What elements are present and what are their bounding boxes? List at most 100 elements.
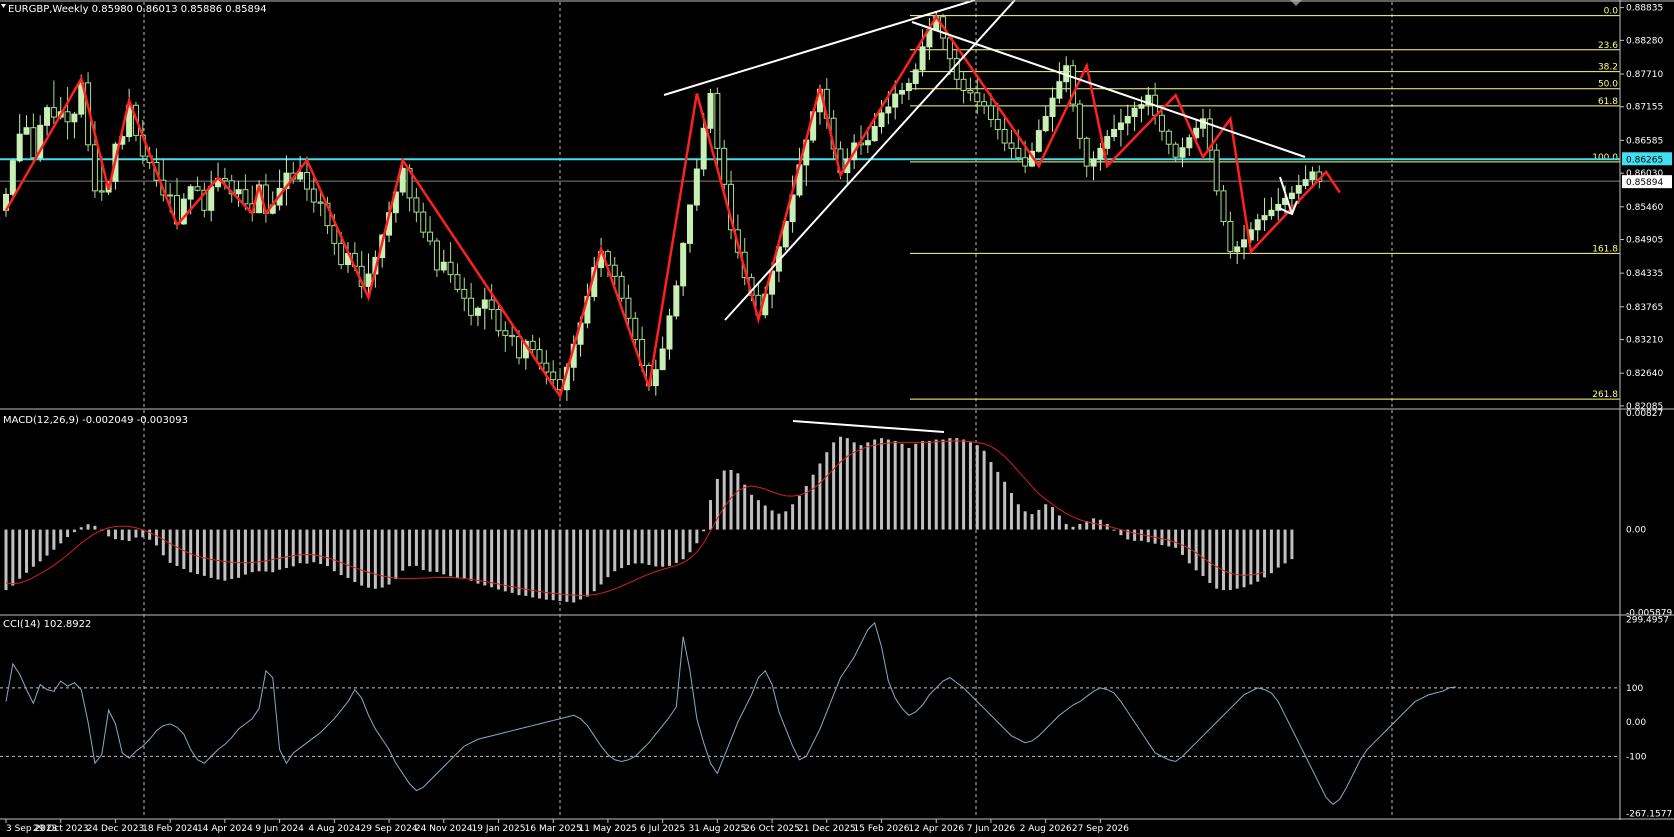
macd-bar [955,438,959,530]
candle-body [1158,114,1165,132]
candle-body [1131,107,1138,117]
time-tick-label: 29 Oct 2023 [33,824,89,834]
candle-body [1165,130,1172,145]
macd-bar [1187,529,1191,564]
candle-body [625,297,632,319]
macd-bar [538,529,542,599]
cci-panel-title: CCI(14) 102.8922 [3,619,91,630]
macd-bar [893,440,897,530]
macd-bar [1208,529,1212,584]
candle-body [502,330,509,336]
macd-bar [1228,529,1232,591]
time-tick-label: 11 May 2025 [579,824,638,834]
candle-body [1097,147,1104,160]
fib-level-label: 23.6 [1598,41,1618,51]
macd-bar [1057,515,1061,530]
candle-body [1213,149,1220,192]
macd-bar [845,438,849,530]
macd-bar [1290,529,1294,560]
macd-bar [886,439,890,530]
macd-bar [702,529,706,532]
macd-bar [1160,529,1164,546]
macd-bar [305,529,309,564]
macd-bar [640,529,644,564]
candle-body [721,147,728,185]
macd-bar [558,529,562,602]
macd-bar [1071,526,1075,530]
candle-body [1124,115,1131,124]
time-tick-label: 18 Feb 2024 [142,824,198,834]
macd-bar [154,529,158,546]
macd-bar [93,525,97,530]
candle-body [1309,171,1316,181]
macd-bar [1133,529,1137,541]
macd-bar [243,529,247,575]
candle [707,88,714,134]
macd-bar [11,529,15,586]
macd-bar [168,529,172,563]
trading-chart[interactable]: 0.0 23.6 38.2 50.0 61.8 100.0 161.8 261.8 EURGB… [0,0,1674,837]
macd-bar [1016,504,1020,530]
candle-body [673,285,680,317]
candle-body [338,242,345,266]
macd-bar [1003,481,1007,530]
candle-body [1104,136,1111,149]
macd-bar [346,529,350,578]
candle-body [885,106,892,114]
macd-bar [633,529,637,564]
macd-bar [927,440,931,530]
candle-body [659,348,666,371]
candle [1213,143,1220,196]
macd-bar [674,529,678,563]
candle-body [413,197,420,213]
candle-body [1288,192,1295,200]
macd-bar [1044,504,1048,530]
cci-tick-label: 299.4957 [1626,616,1669,626]
macd-bar [907,447,911,530]
candle-body [1083,137,1090,167]
candle-body [71,113,78,123]
time-tick-label: 2 Aug 2026 [1020,824,1072,834]
macd-bar [811,474,815,530]
price-tick-label: 0.87155 [1626,103,1663,113]
macd-bar [414,529,418,566]
macd-bar [237,529,241,578]
time-tick-label: 16 Mar 2025 [525,824,582,834]
macd-bar [654,529,658,567]
macd-bar [373,529,377,589]
candle-body [1268,209,1275,217]
macd-bar [1249,529,1253,585]
candle [1070,59,1077,112]
macd-bar [797,495,801,530]
macd-bar [524,529,528,596]
macd-bar [127,529,131,541]
macd-bar [442,529,446,575]
cci-tick-label: -267.1577 [1626,810,1672,820]
macd-bar [873,439,877,530]
macd-bar [421,529,425,570]
horizontal-level-price-label: 0.86265 [1626,155,1663,165]
macd-bar [880,438,884,530]
candle-body [9,160,16,195]
candle-body [98,190,105,193]
candle-body [1111,128,1118,138]
macd-bar [428,529,432,572]
macd-bar [45,529,49,556]
candle-body [208,186,215,211]
time-tick-label: 15 Feb 2026 [854,824,910,834]
macd-bar [353,529,357,583]
candle-body [994,118,1001,130]
macd-bar [996,471,1000,530]
macd-bar [579,529,583,600]
time-tick-label: 4 Aug 2024 [308,824,360,834]
candle-body [680,242,687,287]
macd-bar [661,529,665,567]
macd-bar [565,529,569,602]
candle-body [967,90,974,94]
macd-bar [298,529,302,564]
candle-body [864,140,871,146]
macd-tick-label: 0.00827 [1626,409,1663,419]
candle-body [64,111,71,123]
price-tick-label: 0.88835 [1626,4,1663,14]
candle-body [1227,221,1234,253]
